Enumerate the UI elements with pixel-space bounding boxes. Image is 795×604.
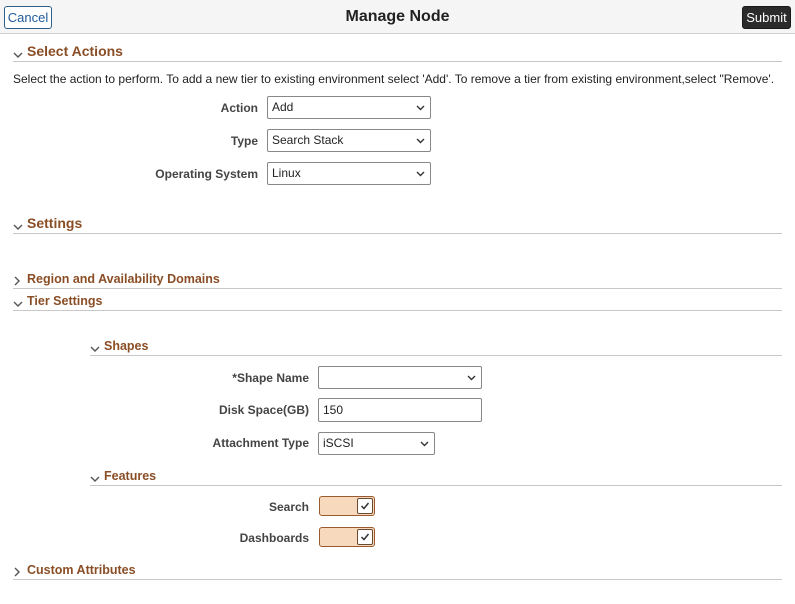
section-custom-attributes[interactable]: Custom Attributes: [13, 560, 782, 580]
disk-space-label: Disk Space(GB): [218, 403, 309, 417]
section-settings[interactable]: Settings: [13, 214, 782, 234]
os-select[interactable]: Linux: [267, 162, 431, 185]
check-icon: [357, 498, 373, 514]
type-label: Type: [230, 134, 258, 148]
attachment-type-select[interactable]: iSCSI: [318, 432, 435, 455]
dashboards-feature-label: Dashboards: [239, 531, 309, 545]
action-select[interactable]: Add: [267, 96, 431, 119]
shape-name-select[interactable]: [318, 366, 482, 389]
chevron-down-icon: [467, 367, 476, 395]
os-label: Operating System: [155, 167, 258, 181]
chevron-down-icon: [13, 301, 25, 308]
chevron-down-icon: [416, 163, 425, 191]
section-title: Region and Availability Domains: [27, 272, 220, 286]
attachment-type-select-value: iSCSI: [323, 436, 354, 450]
shape-name-label: *Shape Name: [232, 371, 309, 385]
submit-button[interactable]: Submit: [742, 6, 791, 29]
chevron-down-icon: [416, 130, 425, 158]
section-region-availability[interactable]: Region and Availability Domains: [13, 269, 782, 289]
section-title: Settings: [27, 215, 83, 231]
disk-space-input[interactable]: 150: [318, 398, 482, 422]
page-title: Manage Node: [345, 8, 450, 25]
section-title: Shapes: [104, 339, 149, 353]
check-icon: [357, 529, 373, 545]
header-bar: Cancel Manage Node Submit: [0, 0, 795, 34]
section-select-actions[interactable]: Select Actions: [13, 42, 782, 62]
chevron-right-icon: [13, 567, 25, 577]
chevron-down-icon: [90, 346, 102, 353]
section-tier-settings[interactable]: Tier Settings: [13, 291, 782, 311]
type-select-value: Search Stack: [272, 133, 344, 147]
chevron-down-icon: [416, 97, 425, 125]
chevron-down-icon: [13, 52, 25, 59]
chevron-down-icon: [90, 476, 102, 483]
attachment-type-label: Attachment Type: [212, 436, 309, 450]
section-title: Tier Settings: [27, 294, 103, 308]
dashboards-feature-toggle[interactable]: [319, 527, 375, 547]
search-feature-toggle[interactable]: [319, 496, 375, 516]
section-shapes[interactable]: Shapes: [90, 336, 782, 356]
type-select[interactable]: Search Stack: [267, 129, 431, 152]
section-title: Custom Attributes: [27, 563, 136, 577]
chevron-down-icon: [420, 433, 429, 461]
chevron-right-icon: [13, 276, 25, 286]
select-actions-description: Select the action to perform. To add a n…: [13, 72, 775, 86]
action-select-value: Add: [272, 100, 294, 114]
section-title: Select Actions: [27, 43, 123, 59]
action-label: Action: [220, 101, 258, 115]
chevron-down-icon: [13, 224, 25, 231]
os-select-value: Linux: [272, 166, 301, 180]
section-title: Features: [104, 469, 157, 483]
section-features[interactable]: Features: [90, 466, 782, 486]
search-feature-label: Search: [268, 500, 309, 514]
